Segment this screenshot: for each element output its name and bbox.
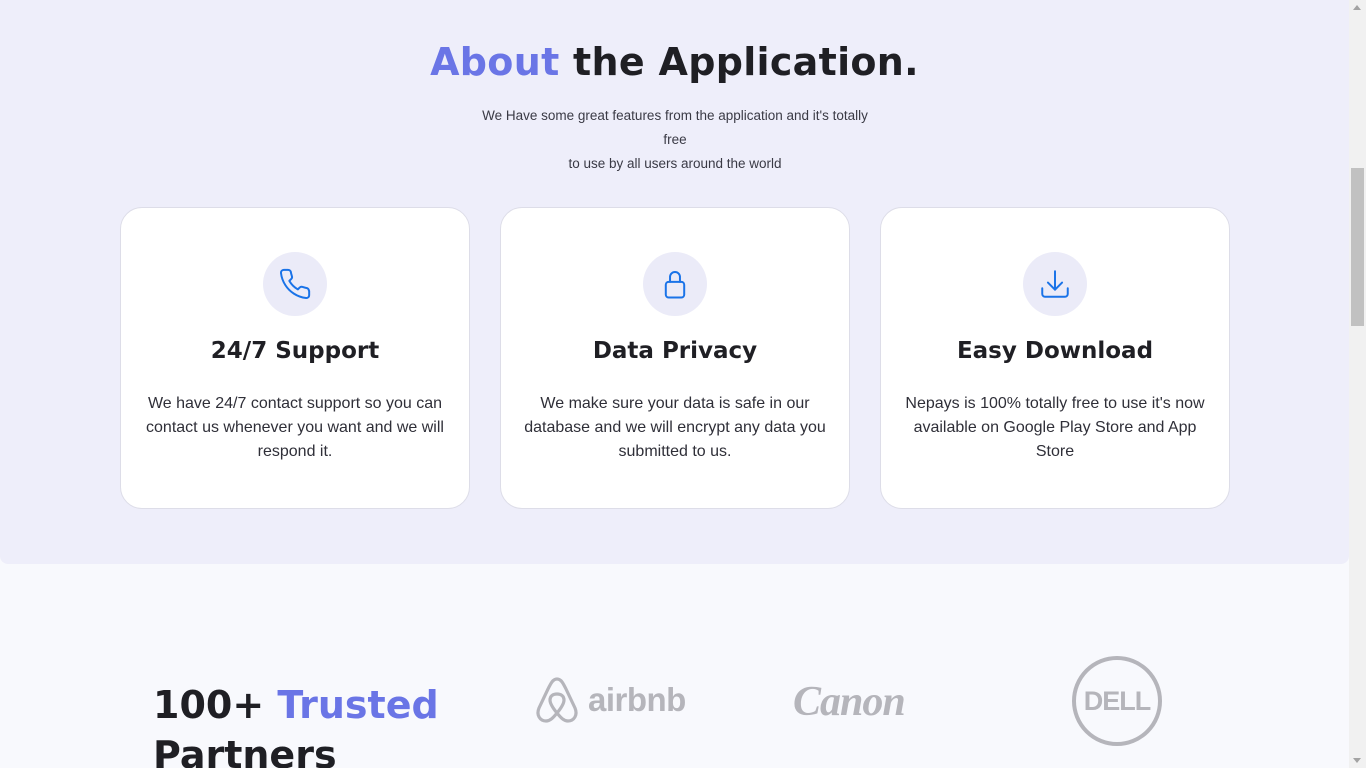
- airbnb-logo: airbnb: [534, 676, 686, 724]
- airbnb-wordmark: airbnb: [588, 681, 686, 718]
- partners-title-prefix: 100+: [153, 683, 278, 727]
- scrollbar-thumb[interactable]: [1351, 168, 1364, 326]
- page: About the Application. We Have some grea…: [0, 0, 1366, 768]
- feature-title: 24/7 Support: [210, 338, 380, 364]
- feature-card-download: Easy Download Nepays is 100% totally fre…: [880, 207, 1230, 509]
- about-title: About the Application.: [0, 40, 1349, 84]
- feature-description: We have 24/7 contact support so you can …: [146, 395, 444, 460]
- about-subtitle-line-1: We Have some great features from the app…: [482, 108, 868, 147]
- partners-title-accent: Trusted: [277, 683, 439, 727]
- about-section: About the Application. We Have some grea…: [0, 0, 1349, 564]
- download-icon: [1041, 270, 1069, 298]
- feature-title: Data Privacy: [592, 338, 758, 364]
- scroll-down-arrow-icon[interactable]: [1353, 758, 1361, 763]
- feature-icon-circle: [643, 252, 707, 316]
- feature-description: Nepays is 100% totally free to use it's …: [905, 395, 1205, 460]
- scroll-up-arrow-icon[interactable]: [1353, 5, 1361, 10]
- phone-icon: [279, 268, 311, 300]
- about-title-rest: the Application.: [559, 40, 919, 84]
- feature-card-privacy: Data Privacy We make sure your data is s…: [500, 207, 850, 509]
- canon-wordmark: Canon: [793, 679, 906, 725]
- partners-title-suffix: Partners: [153, 733, 337, 768]
- dell-wordmark: DELL: [1083, 685, 1151, 716]
- feature-icon-circle: [263, 252, 327, 316]
- feature-description: We make sure your data is safe in our da…: [524, 395, 826, 460]
- airbnb-mark-icon: [536, 677, 578, 723]
- dell-logo: DELL: [1072, 656, 1162, 746]
- lock-icon: [664, 271, 686, 299]
- page-scrollbar[interactable]: [1349, 0, 1366, 768]
- about-title-accent: About: [430, 40, 560, 84]
- feature-card-support: 24/7 Support We have 24/7 contact suppor…: [120, 207, 470, 509]
- partners-title: 100+ Trusted Partners: [153, 680, 473, 768]
- feature-title: Easy Download: [956, 338, 1154, 364]
- about-subtitle-line-2: to use by all users around the world: [568, 156, 782, 171]
- about-subtitle: We Have some great features from the app…: [474, 104, 876, 176]
- canon-logo: Canon: [793, 678, 906, 726]
- feature-icon-circle: [1023, 252, 1087, 316]
